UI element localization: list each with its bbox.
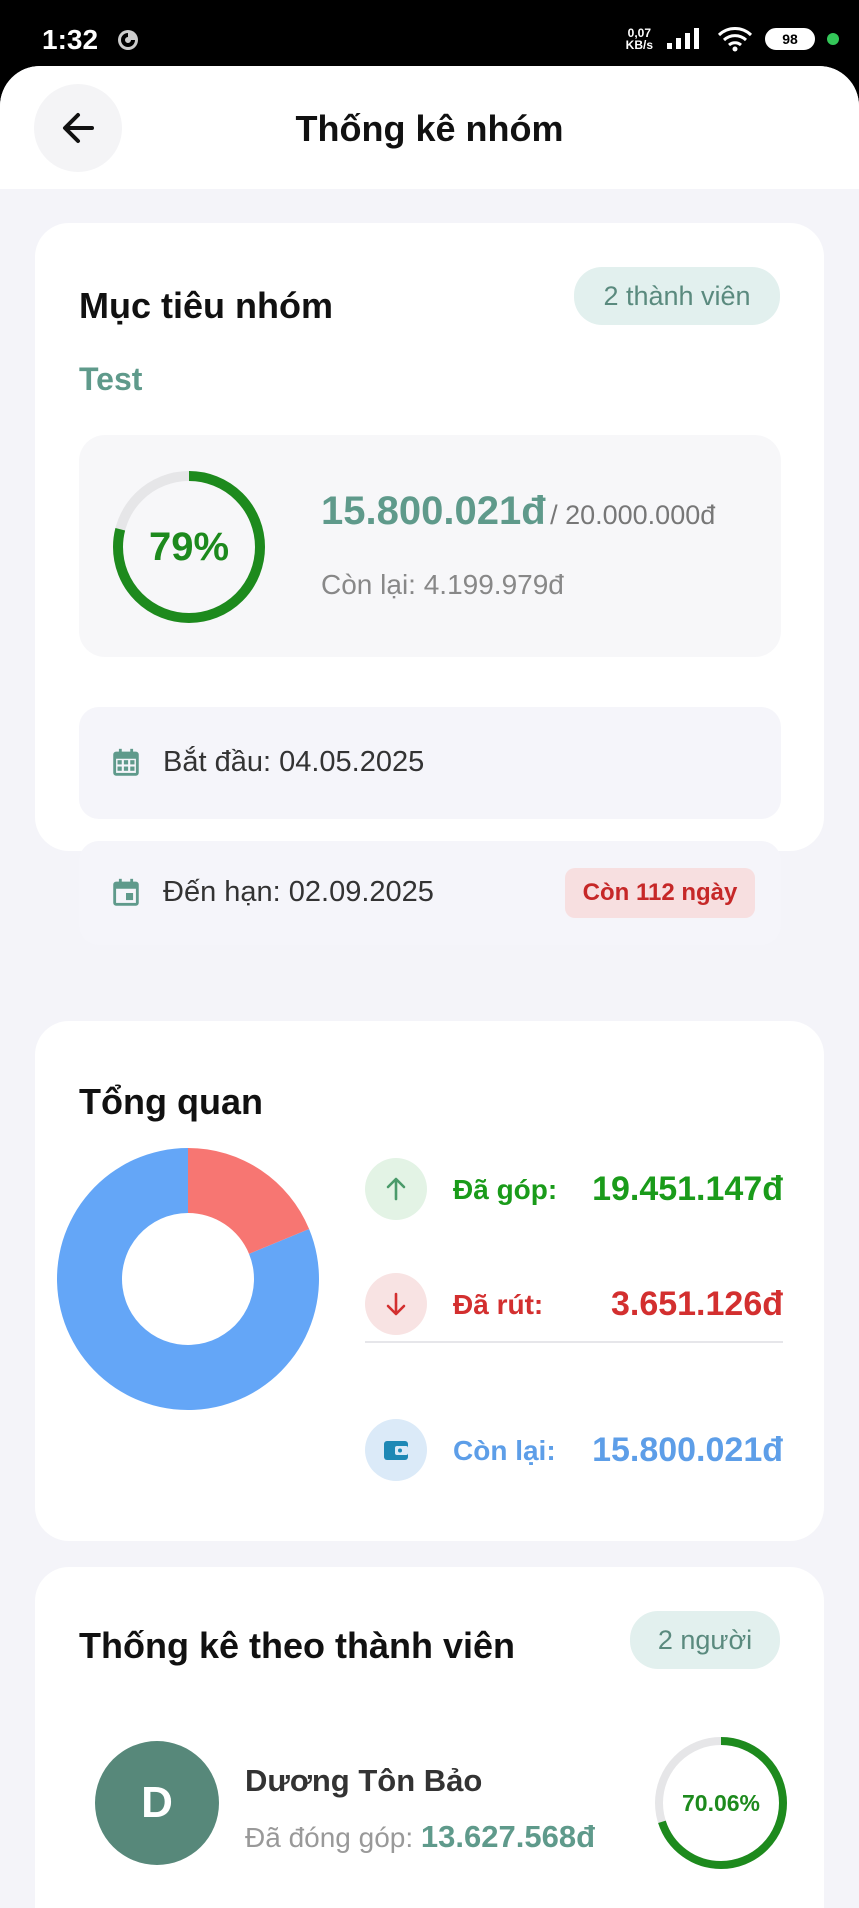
balance-label: Còn lại:	[453, 1435, 556, 1466]
goal-amounts: 15.800.021đ / 20.000.000đ	[321, 489, 715, 534]
member-contribution-label: Đã đóng góp:	[245, 1822, 414, 1853]
privacy-indicator-dot	[827, 33, 839, 45]
avatar: D	[95, 1741, 219, 1865]
member-row[interactable]: D Dương Tôn Bảo Đã đóng góp: 13.627.568đ…	[95, 1737, 787, 1871]
start-date: Bắt đầu: 04.05.2025	[163, 746, 425, 778]
progress-box: 79% 15.800.021đ / 20.000.000đ Còn lại: 4…	[79, 435, 781, 657]
network-speed: 0,07 KB/s	[625, 26, 653, 52]
balance-row: Còn lại: 15.800.021đ	[365, 1419, 783, 1483]
start-date-row: Bắt đầu: 04.05.2025	[79, 707, 781, 819]
current-amount: 15.800.021đ	[321, 489, 546, 533]
withdrawn-value: 3.651.126đ	[610, 1285, 783, 1323]
overview-card: Tổng quan Đã góp: 19.451.147đ Đã rút: 3.…	[35, 1021, 824, 1541]
goal-card-title: Mục tiêu nhóm	[79, 285, 333, 326]
calendar-event-icon	[113, 878, 139, 906]
overview-donut-chart	[56, 1148, 319, 1410]
goal-name: Test	[79, 361, 143, 397]
overview-title: Tổng quan	[79, 1081, 263, 1122]
target-amount: / 20.000.000đ	[550, 500, 716, 530]
remaining-amount: Còn lại: 4.199.979đ	[321, 569, 564, 600]
calendar-icon	[113, 748, 139, 776]
members-stats-title: Thống kê theo thành viên	[79, 1625, 516, 1666]
app-notification-icon	[118, 30, 138, 50]
members-count-badge: 2 thành viên	[574, 267, 780, 325]
signal-icon	[667, 28, 699, 49]
member-contribution-value: 13.627.568đ	[420, 1819, 596, 1854]
member-name: Dương Tôn Bảo	[245, 1763, 483, 1798]
contributed-row: Đã góp: 19.451.147đ	[365, 1158, 783, 1222]
due-date: Đến hạn: 02.09.2025	[163, 876, 434, 908]
battery-icon: 98	[765, 28, 815, 50]
withdrawn-label: Đã rút:	[453, 1289, 544, 1320]
app-bar: Thống kê nhóm	[0, 66, 859, 189]
days-left-badge: Còn 112 ngày	[565, 868, 755, 918]
member-progress-percent: 70.06%	[681, 1789, 760, 1816]
stats-divider	[365, 1341, 783, 1343]
contributed-label: Đã góp:	[453, 1174, 558, 1205]
members-count-pill: 2 người	[630, 1611, 780, 1669]
arrow-up-icon	[365, 1158, 427, 1220]
member-contribution: Đã đóng góp: 13.627.568đ	[245, 1819, 595, 1855]
status-time: 1:32	[42, 24, 99, 55]
withdrawn-row: Đã rút: 3.651.126đ	[365, 1273, 783, 1337]
wallet-icon	[365, 1419, 427, 1481]
app-screen: Thống kê nhóm Mục tiêu nhóm 2 thành viên…	[0, 66, 859, 1908]
page-title: Thống kê nhóm	[295, 108, 564, 149]
members-stats-card: Thống kê theo thành viên 2 người D Dương…	[35, 1567, 824, 1908]
arrow-down-icon	[365, 1273, 427, 1335]
status-bar: 1:32 0,07 KB/s 98	[0, 0, 859, 66]
balance-value: 15.800.021đ	[592, 1431, 783, 1469]
wifi-icon	[717, 27, 753, 52]
contributed-value: 19.451.147đ	[592, 1170, 783, 1208]
due-date-row: Đến hạn: 02.09.2025 Còn 112 ngày	[79, 841, 781, 945]
goal-progress-percent: 79%	[148, 524, 230, 569]
goal-card: Mục tiêu nhóm 2 thành viên Test 79% 15.8…	[35, 223, 824, 945]
